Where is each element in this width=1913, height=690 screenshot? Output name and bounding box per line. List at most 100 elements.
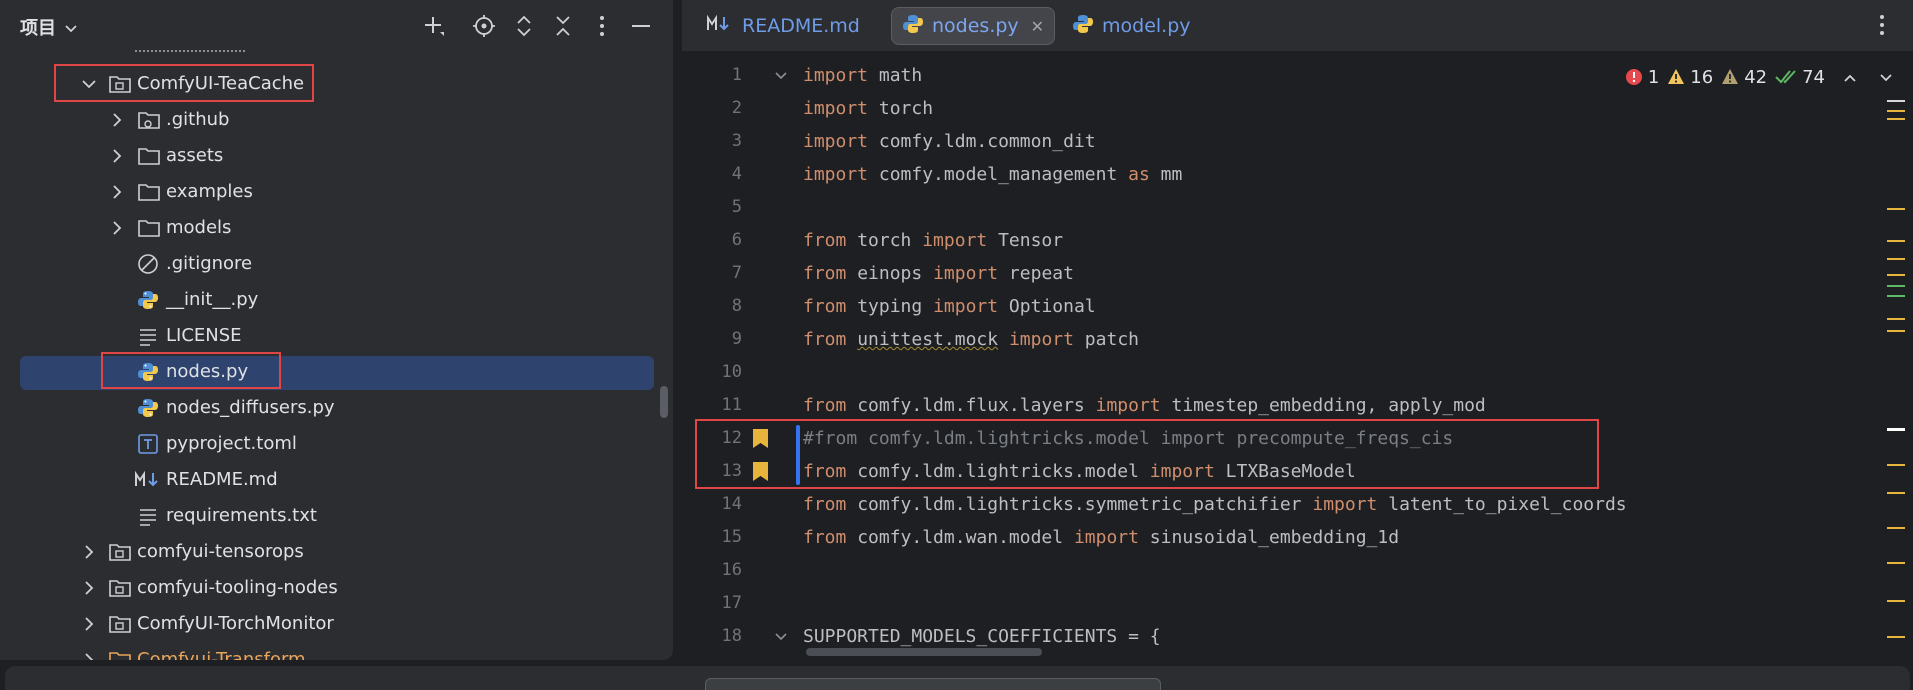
project-view-selector[interactable]: 项目 bbox=[20, 14, 78, 40]
code-line[interactable]: import comfy.ldm.common_dit bbox=[803, 125, 1096, 158]
previous-highlight-icon[interactable] bbox=[1843, 67, 1857, 88]
error-stripe-mark[interactable] bbox=[1887, 492, 1905, 494]
error-stripe-mark[interactable] bbox=[1887, 636, 1905, 638]
error-stripe-mark[interactable] bbox=[1887, 464, 1905, 466]
code-line[interactable]: import torch bbox=[803, 92, 933, 125]
chevron-right-icon[interactable] bbox=[80, 542, 98, 562]
tab-model-py[interactable]: model.py bbox=[1062, 7, 1201, 45]
next-highlight-icon[interactable] bbox=[1879, 67, 1893, 88]
tree-item-github[interactable]: .github bbox=[0, 102, 673, 138]
code-line[interactable]: from comfy.ldm.flux.layers import timest… bbox=[803, 389, 1486, 422]
error-stripe-mark[interactable] bbox=[1887, 428, 1905, 431]
line-number: 1 bbox=[731, 65, 742, 85]
chevron-right-icon[interactable] bbox=[80, 614, 98, 634]
code-line[interactable]: import comfy.model_management as mm bbox=[803, 158, 1182, 191]
line-number: 4 bbox=[731, 164, 742, 184]
tree-item-pyproject-toml[interactable]: pyproject.toml bbox=[0, 426, 673, 462]
bottom-popup-edge bbox=[705, 678, 1161, 690]
chevron-right-icon[interactable] bbox=[80, 650, 98, 660]
tree-item-label: requirements.txt bbox=[166, 505, 317, 526]
error-stripe-mark[interactable] bbox=[1887, 258, 1905, 260]
chevron-down-icon bbox=[64, 22, 78, 38]
tree-item-label: assets bbox=[166, 145, 224, 166]
hide-panel-icon[interactable] bbox=[627, 12, 655, 40]
error-stripe-mark[interactable] bbox=[1887, 240, 1905, 242]
tree-item-requirements-txt[interactable]: requirements.txt bbox=[0, 498, 673, 534]
error-stripe-mark[interactable] bbox=[1887, 274, 1905, 276]
more-tabs-icon[interactable] bbox=[1879, 14, 1891, 38]
tree-item-nodes-diffusers-py[interactable]: nodes_diffusers.py bbox=[0, 390, 673, 426]
python-file-icon bbox=[137, 289, 161, 311]
code-line[interactable]: from typing import Optional bbox=[803, 290, 1096, 323]
line-number: 15 bbox=[721, 527, 742, 547]
error-stripe-mark[interactable] bbox=[1887, 100, 1905, 102]
more-options-icon[interactable] bbox=[588, 12, 616, 40]
close-icon[interactable]: ✕ bbox=[1031, 17, 1044, 36]
code-line[interactable]: from einops import repeat bbox=[803, 257, 1074, 290]
project-panel-title: 项目 bbox=[20, 18, 56, 39]
tree-item-examples[interactable]: examples bbox=[0, 174, 673, 210]
tree-item-assets[interactable]: assets bbox=[0, 138, 673, 174]
tab-label: model.py bbox=[1102, 15, 1191, 37]
module-folder-icon bbox=[108, 613, 132, 635]
error-stripe-mark[interactable] bbox=[1887, 562, 1905, 564]
error-stripe-mark[interactable] bbox=[1887, 295, 1905, 297]
tree-item-label: .github bbox=[166, 109, 230, 130]
error-stripe-mark[interactable] bbox=[1887, 330, 1905, 332]
tree-item-models[interactable]: models bbox=[0, 210, 673, 246]
code-line[interactable]: from comfy.ldm.lightricks.symmetric_patc… bbox=[803, 488, 1627, 521]
project-scrollbar[interactable] bbox=[660, 386, 668, 418]
chevron-right-icon[interactable] bbox=[108, 110, 126, 130]
inspection-widget[interactable]: 1 16 42 74 bbox=[1625, 64, 1893, 90]
tree-item-comfyui-transform[interactable]: Comfyui-Transform bbox=[0, 642, 673, 660]
error-stripe-mark[interactable] bbox=[1887, 110, 1905, 112]
error-stripe-mark[interactable] bbox=[1887, 318, 1905, 320]
horizontal-scrollbar[interactable] bbox=[806, 648, 1042, 656]
code-editor: README.md nodes.py ✕ model.py 1 16 42 74… bbox=[682, 0, 1913, 660]
line-number: 16 bbox=[721, 560, 742, 580]
error-stripe-mark[interactable] bbox=[1887, 118, 1905, 120]
tree-item-comfyui-tensorops[interactable]: comfyui-tensorops bbox=[0, 534, 673, 570]
line-number: 10 bbox=[721, 362, 742, 382]
code-line[interactable]: from torch import Tensor bbox=[803, 224, 1063, 257]
tree-item-comfyui-torchmonitor[interactable]: ComfyUI-TorchMonitor bbox=[0, 606, 673, 642]
folder-icon bbox=[137, 217, 161, 239]
tree-item-comfyui-tooling-nodes[interactable]: comfyui-tooling-nodes bbox=[0, 570, 673, 606]
code-line[interactable]: import math bbox=[803, 59, 922, 92]
chevron-right-icon[interactable] bbox=[108, 218, 126, 238]
expand-all-icon[interactable] bbox=[510, 12, 538, 40]
error-stripe-mark[interactable] bbox=[1887, 527, 1905, 529]
annotation-box-lightricks-imports bbox=[695, 419, 1599, 489]
chevron-right-icon[interactable] bbox=[80, 578, 98, 598]
tab-nodes-py[interactable]: nodes.py ✕ bbox=[891, 7, 1056, 45]
line-number: 5 bbox=[731, 197, 742, 217]
fold-chevron-icon[interactable] bbox=[774, 629, 788, 643]
markdown-icon bbox=[706, 14, 734, 38]
collapse-all-icon[interactable] bbox=[549, 12, 577, 40]
error-stripe-mark[interactable] bbox=[1887, 208, 1905, 210]
tree-item-label: LICENSE bbox=[166, 325, 242, 346]
new-file-icon[interactable] bbox=[420, 12, 448, 40]
python-file-icon bbox=[137, 397, 161, 419]
code-line[interactable]: from unittest.mock import patch bbox=[803, 323, 1139, 356]
locate-file-icon[interactable] bbox=[470, 12, 498, 40]
ok-count[interactable]: 74 bbox=[1775, 67, 1825, 88]
tree-item-gitignore[interactable]: .gitignore bbox=[0, 246, 673, 282]
tree-item-init-py[interactable]: __init__.py bbox=[0, 282, 673, 318]
weak-warning-count[interactable]: 42 bbox=[1721, 67, 1767, 88]
line-number: 6 bbox=[731, 230, 742, 250]
error-count[interactable]: 1 bbox=[1625, 67, 1659, 88]
fold-chevron-icon[interactable] bbox=[774, 68, 788, 82]
line-number: 18 bbox=[721, 626, 742, 646]
error-stripe-mark[interactable] bbox=[1887, 285, 1905, 287]
error-stripe-mark[interactable] bbox=[1887, 600, 1905, 602]
line-number: 14 bbox=[721, 494, 742, 514]
warning-count[interactable]: 16 bbox=[1667, 67, 1713, 88]
tab-readme-md[interactable]: README.md bbox=[696, 7, 870, 45]
folder-icon bbox=[137, 181, 161, 203]
tree-item-license[interactable]: LICENSE bbox=[0, 318, 673, 354]
chevron-right-icon[interactable] bbox=[108, 146, 126, 166]
code-line[interactable]: from comfy.ldm.wan.model import sinusoid… bbox=[803, 521, 1399, 554]
chevron-right-icon[interactable] bbox=[108, 182, 126, 202]
tree-item-readme-md[interactable]: README.md bbox=[0, 462, 673, 498]
